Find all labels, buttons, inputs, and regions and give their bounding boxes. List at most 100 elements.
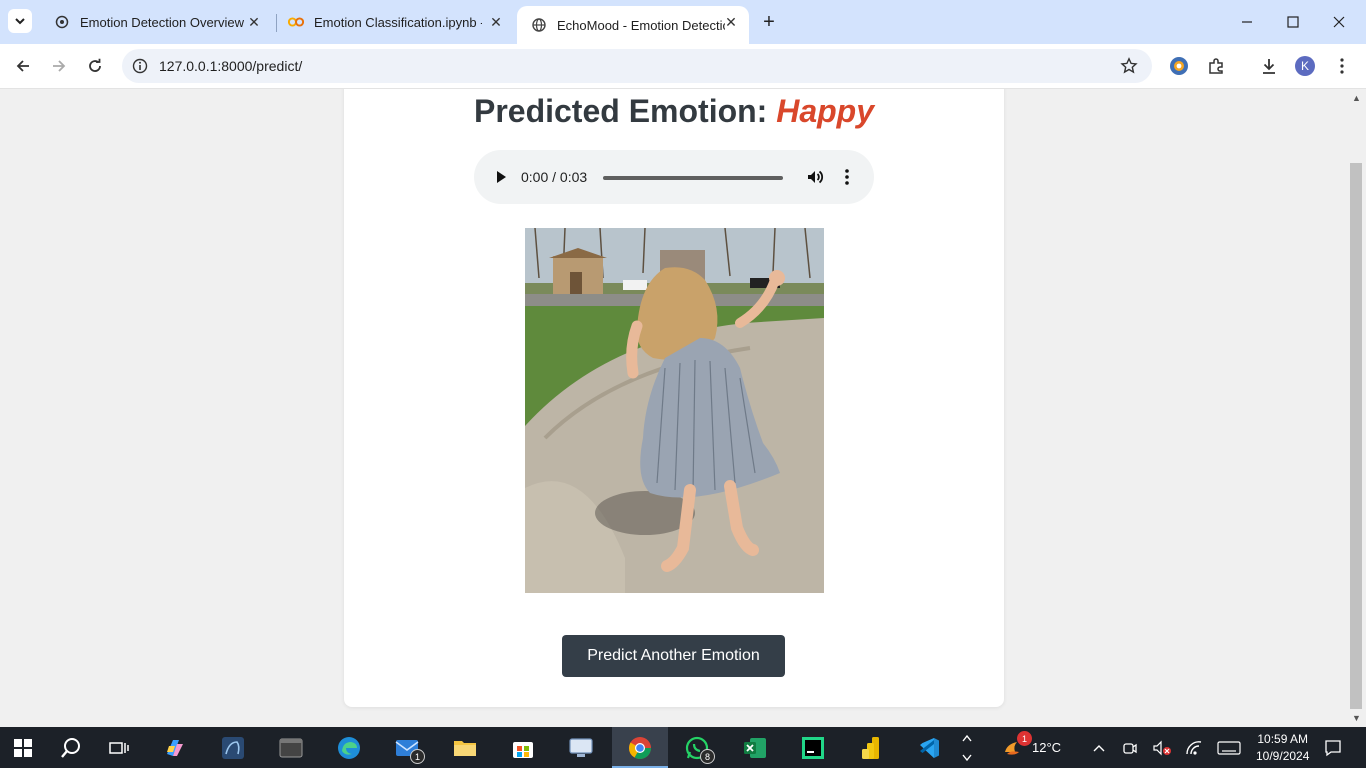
audio-player[interactable]: 0:00 / 0:03 <box>474 150 874 204</box>
copilot-app[interactable] <box>160 733 190 763</box>
profile-avatar[interactable]: K <box>1295 56 1315 76</box>
power-bi-app[interactable] <box>856 733 886 763</box>
remote-desktop-icon <box>569 738 593 757</box>
address-bar[interactable]: 127.0.0.1:8000/predict/ <box>122 49 1152 83</box>
camera-tray[interactable] <box>1115 733 1145 763</box>
task-view-icon <box>109 742 129 754</box>
mail-badge: 1 <box>410 749 425 764</box>
download-icon[interactable] <box>1257 54 1281 78</box>
close-icon <box>1333 16 1345 28</box>
chevron-up-icon <box>1093 745 1105 752</box>
extensions-puzzle-icon[interactable] <box>1204 54 1228 78</box>
close-window-button[interactable] <box>1316 6 1362 38</box>
predicted-emotion: Happy <box>776 93 875 129</box>
notifications-button[interactable] <box>1318 733 1348 763</box>
tab-title: Emotion Classification.ipynb - C <box>314 14 482 30</box>
back-button[interactable] <box>10 53 36 79</box>
close-icon[interactable]: ✕ <box>723 14 739 30</box>
audio-progress-slider[interactable] <box>603 176 783 180</box>
volume-icon[interactable] <box>806 168 824 191</box>
search-icon <box>61 738 80 758</box>
folder-icon <box>454 741 476 756</box>
system-clock[interactable]: 10:59 AM 10/9/2024 <box>1256 731 1309 765</box>
chevron-updown-icon <box>962 734 972 761</box>
pycharm-icon <box>802 737 824 759</box>
wifi-tray[interactable] <box>1179 733 1209 763</box>
terminal-icon <box>279 738 303 758</box>
close-icon[interactable]: ✕ <box>488 14 504 30</box>
weather-widget[interactable]: 1 <box>998 731 1032 763</box>
remote-desktop-app[interactable] <box>566 733 596 763</box>
search-button[interactable] <box>56 733 86 763</box>
whatsapp-badge: 8 <box>700 749 715 764</box>
tab-title: Emotion Detection Overview <box>80 14 245 30</box>
new-tab-button[interactable]: + <box>758 11 780 33</box>
predict-another-button[interactable]: Predict Another Emotion <box>562 635 785 677</box>
pycharm-app[interactable] <box>798 733 828 763</box>
keyboard-icon <box>1217 741 1241 755</box>
tray-overflow-button[interactable] <box>1084 733 1114 763</box>
site-info-icon[interactable] <box>130 56 150 76</box>
reload-button[interactable] <box>82 53 108 79</box>
arrow-right-icon <box>53 60 66 72</box>
close-icon[interactable]: ✕ <box>246 14 262 30</box>
audio-time: 0:00 / 0:03 <box>521 169 588 185</box>
scroll-up-icon[interactable]: ▲ <box>1352 93 1361 103</box>
mysql-workbench-app[interactable] <box>218 733 248 763</box>
volume-tray[interactable] <box>1147 733 1177 763</box>
taskbar-overflow-arrows[interactable] <box>957 729 977 766</box>
forward-button[interactable] <box>46 53 72 79</box>
task-view-button[interactable] <box>104 733 134 763</box>
file-explorer-app[interactable] <box>450 733 480 763</box>
terminal-app[interactable] <box>276 733 306 763</box>
play-icon[interactable] <box>494 169 508 190</box>
tab-echomood[interactable]: EchoMood - Emotion Detection ✕ <box>517 6 749 44</box>
emotion-photo <box>525 228 824 593</box>
windows-taskbar: 1 8 1 12°C 10:59 AM 10/9/2024 <box>0 727 1366 768</box>
keyboard-tray[interactable] <box>1214 733 1244 763</box>
tab-emotion-classification[interactable]: Emotion Classification.ipynb - C ✕ <box>274 6 514 38</box>
excel-app[interactable] <box>740 733 770 763</box>
tab-search-button[interactable] <box>8 9 32 33</box>
scroll-down-icon[interactable]: ▼ <box>1352 713 1361 723</box>
volume-muted-icon <box>1153 740 1171 756</box>
scrollbar-thumb[interactable] <box>1350 163 1362 709</box>
notification-icon <box>1325 740 1341 757</box>
globe-icon <box>531 17 547 33</box>
maximize-button[interactable] <box>1270 6 1316 38</box>
vscode-icon <box>920 738 939 758</box>
more-options-icon[interactable] <box>844 168 850 191</box>
temperature: 12°C <box>1032 740 1062 755</box>
power-bi-icon <box>862 737 879 759</box>
mail-app[interactable]: 1 <box>392 733 425 764</box>
excel-icon <box>744 738 766 758</box>
page-scrollbar[interactable]: ▲ ▼ <box>1348 89 1366 727</box>
clock-time: 10:59 AM <box>1257 732 1309 746</box>
browser-toolbar: 127.0.0.1:8000/predict/ K <box>0 44 1366 89</box>
minimize-icon <box>1242 21 1252 23</box>
vscode-app[interactable] <box>914 733 944 763</box>
weather-badge: 1 <box>1017 731 1032 746</box>
menu-icon[interactable] <box>1330 54 1354 78</box>
arrow-left-icon <box>16 60 29 72</box>
whatsapp-app[interactable]: 8 <box>682 733 715 764</box>
mysql-icon <box>222 737 244 759</box>
edge-icon <box>338 737 360 759</box>
tab-strip: Emotion Detection Overview ✕ Emotion Cla… <box>0 0 1366 44</box>
store-icon <box>513 742 533 758</box>
edge-app[interactable] <box>334 733 364 763</box>
microsoft-store-app[interactable] <box>508 733 538 763</box>
colab-icon <box>288 14 304 30</box>
tab-emotion-overview[interactable]: Emotion Detection Overview ✕ <box>40 6 272 38</box>
chrome-app[interactable] <box>625 733 655 763</box>
copilot-icon <box>167 740 183 756</box>
extension-icon[interactable] <box>1167 54 1191 78</box>
start-button[interactable] <box>8 733 38 763</box>
heading-prefix: Predicted Emotion: <box>473 93 768 129</box>
page-title: Predicted Emotion: Happy <box>344 93 1004 130</box>
bookmark-star-icon[interactable] <box>1120 57 1138 80</box>
windows-logo-icon <box>14 739 32 757</box>
url-text: 127.0.0.1:8000/predict/ <box>159 58 303 74</box>
page-viewport: Predicted Emotion: Happy 0:00 / 0:03 Pre… <box>0 89 1348 727</box>
minimize-button[interactable] <box>1224 6 1270 38</box>
